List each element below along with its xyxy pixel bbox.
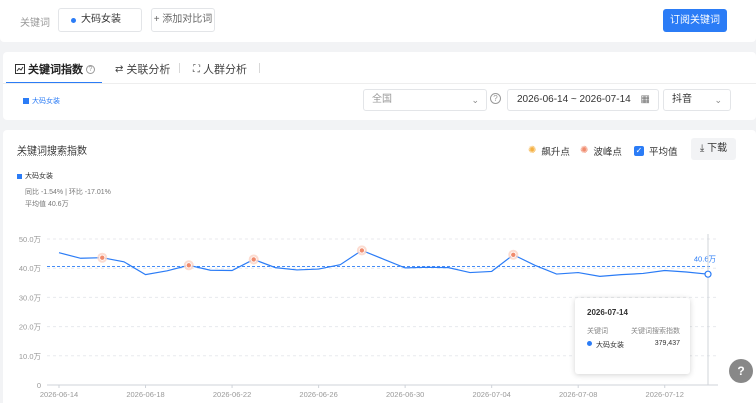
tooltip-series-dot (587, 341, 592, 346)
tabs-baseline (3, 83, 756, 84)
tooltip-value: 379,437 (654, 340, 680, 347)
calendar-icon: ▦ (640, 94, 650, 105)
x-tick-label: 2026-06-30 (386, 390, 424, 399)
keyword-label: 关键词 (20, 18, 50, 29)
x-tick-label: 2026-07-04 (472, 390, 510, 399)
tab-label: 关联分析 (126, 64, 171, 76)
chevron-down-icon: ⌄ (714, 95, 722, 105)
tabs-filter-card: 关键词指数 ? ⇄ 关联分析 ⛶ 人群分析 大码女装 全国 ⌄ ? 2026-0… (3, 52, 756, 120)
x-tick-label: 2026-06-26 (299, 390, 337, 399)
question-icon[interactable]: ? (86, 64, 95, 74)
tooltip-col-keyword: 关键词 (587, 328, 608, 335)
region-select[interactable]: 全国 ⌄ (363, 89, 487, 111)
date-range-picker[interactable]: 2026-06-14 ~ 2026-07-14 ▦ (507, 89, 659, 111)
chart-square-icon (15, 64, 25, 74)
date-range-value: 2026-06-14 ~ 2026-07-14 (517, 94, 631, 105)
keyword-chip[interactable]: 大码女装 (58, 8, 142, 32)
y-tick-label: 30.0万 (19, 293, 42, 302)
tab-label: 关键词指数 (28, 64, 83, 76)
peak-point (358, 247, 365, 254)
tab-label: 人群分析 (203, 64, 247, 76)
average-label: 40.6万 (694, 254, 717, 263)
x-tick-label: 2026-07-08 (559, 390, 597, 399)
y-tick-label: 10.0万 (19, 352, 42, 361)
series-tag[interactable]: 大码女装 (23, 96, 60, 106)
chart-card: 关键词搜索指数 ✺ 飙升点 ✺ 波峰点 ✓ 平均值 ⤓ 下载 大码女装 同比 -… (3, 130, 756, 403)
add-compare-button[interactable]: + 添加对比词 (151, 8, 215, 32)
keyword-chip-label: 大码女装 (81, 14, 121, 25)
chart-tooltip: 2026-07-14 关键词 关键词搜索指数 大码女装 379,437 (575, 298, 690, 374)
person-scan-icon: ⛶ (193, 63, 200, 75)
subscribe-button[interactable]: 订阅关键词 (663, 9, 727, 32)
tab-related-analysis[interactable]: ⇄ 关联分析 (115, 61, 170, 77)
y-tick-label: 40.0万 (19, 264, 42, 273)
tooltip-series-name: 大码女装 (596, 342, 624, 349)
tab-divider (259, 63, 260, 73)
link-arrows-icon: ⇄ (115, 63, 124, 75)
peak-point (510, 251, 517, 258)
keyword-bar: 关键词 大码女装 + 添加对比词 订阅关键词 (0, 0, 756, 42)
peak-point (99, 254, 106, 261)
floating-help-button[interactable]: ? (729, 359, 753, 383)
tab-keyword-index[interactable]: 关键词指数 ? (15, 61, 95, 77)
series-line (58, 249, 709, 277)
keyword-color-dot (71, 18, 76, 23)
x-tick-label: 2026-06-18 (126, 390, 164, 399)
peak-point (185, 262, 192, 269)
tooltip-date: 2026-07-14 (587, 308, 628, 317)
help-icon[interactable]: ? (490, 93, 501, 104)
chevron-down-icon: ⌄ (471, 95, 479, 105)
x-tick-label: 2026-07-12 (646, 390, 684, 399)
series-tag-label: 大码女装 (32, 98, 60, 105)
y-tick-label: 0 (37, 381, 41, 390)
x-tick-label: 2026-06-14 (40, 390, 78, 399)
series-color-square (23, 98, 29, 104)
tooltip-col-index: 关键词搜索指数 (631, 328, 680, 335)
peak-point (250, 256, 257, 263)
hover-point (704, 270, 712, 278)
tab-divider (179, 63, 180, 73)
y-tick-label: 20.0万 (19, 323, 42, 332)
platform-select[interactable]: 抖音 ⌄ (663, 89, 731, 111)
region-value: 全国 (372, 94, 392, 105)
tab-audience-analysis[interactable]: ⛶ 人群分析 (193, 61, 247, 77)
x-tick-label: 2026-06-22 (213, 390, 251, 399)
platform-value: 抖音 (672, 94, 692, 105)
y-tick-label: 50.0万 (19, 235, 42, 244)
